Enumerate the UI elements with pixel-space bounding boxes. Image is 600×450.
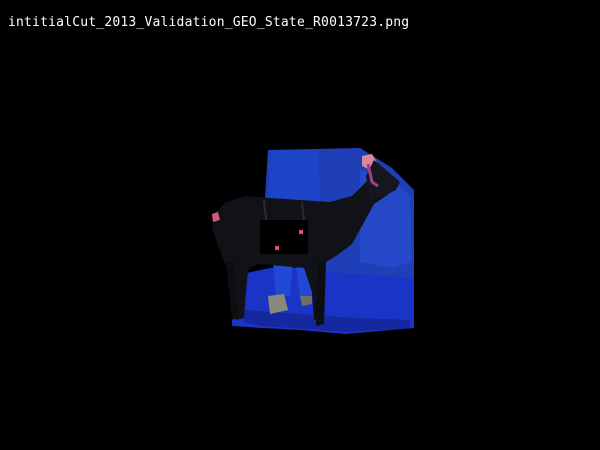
marker-dot-1: [299, 230, 303, 234]
redaction-patch: [260, 220, 308, 254]
marker-dot-2: [275, 246, 279, 250]
goat-photo: [212, 148, 414, 334]
